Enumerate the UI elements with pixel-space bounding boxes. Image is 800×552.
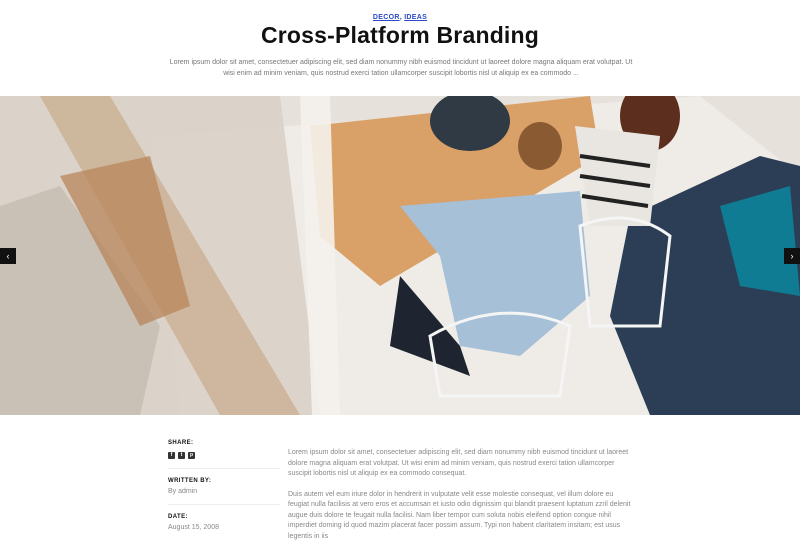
meta-divider [168,504,280,505]
share-label: SHARE: [168,440,194,446]
body-paragraph: Lorem ipsum dolor sit amet, consectetuer… [288,449,629,477]
share-icons: f t p [168,452,280,459]
date-label: DATE: [168,514,188,520]
category-link-decor[interactable]: DECOR [373,14,400,21]
written-by-label: WRITTEN BY: [168,478,212,484]
page-title: Cross-Platform Branding [260,22,540,48]
category-link-ideas[interactable]: IDEAS [404,14,427,21]
twitter-icon[interactable]: t [178,452,185,459]
author-link[interactable]: By admin [168,488,280,495]
chevron-left-icon: ‹ [6,251,10,261]
body-paragraph: Duis autem vel eum iriure dolor in hendr… [288,490,631,540]
hero-image [0,96,800,415]
post-lead: Lorem ipsum dolor sit amet, consectetuer… [169,59,633,77]
meta-divider [168,468,280,469]
hero-photo [0,96,800,415]
slider-next-button[interactable]: › [784,248,800,264]
pinterest-icon[interactable]: p [188,452,195,459]
post-body: Lorem ipsum dolor sit amet, consectetuer… [288,448,632,552]
post-categories: DECOR, IDEAS [0,14,800,21]
slider-prev-button[interactable]: ‹ [0,248,16,264]
post-meta: SHARE: f t p WRITTEN BY: By admin DATE: … [168,440,280,531]
post-date: August 15, 2008 [168,524,219,531]
chevron-right-icon: › [790,251,794,261]
facebook-icon[interactable]: f [168,452,175,459]
